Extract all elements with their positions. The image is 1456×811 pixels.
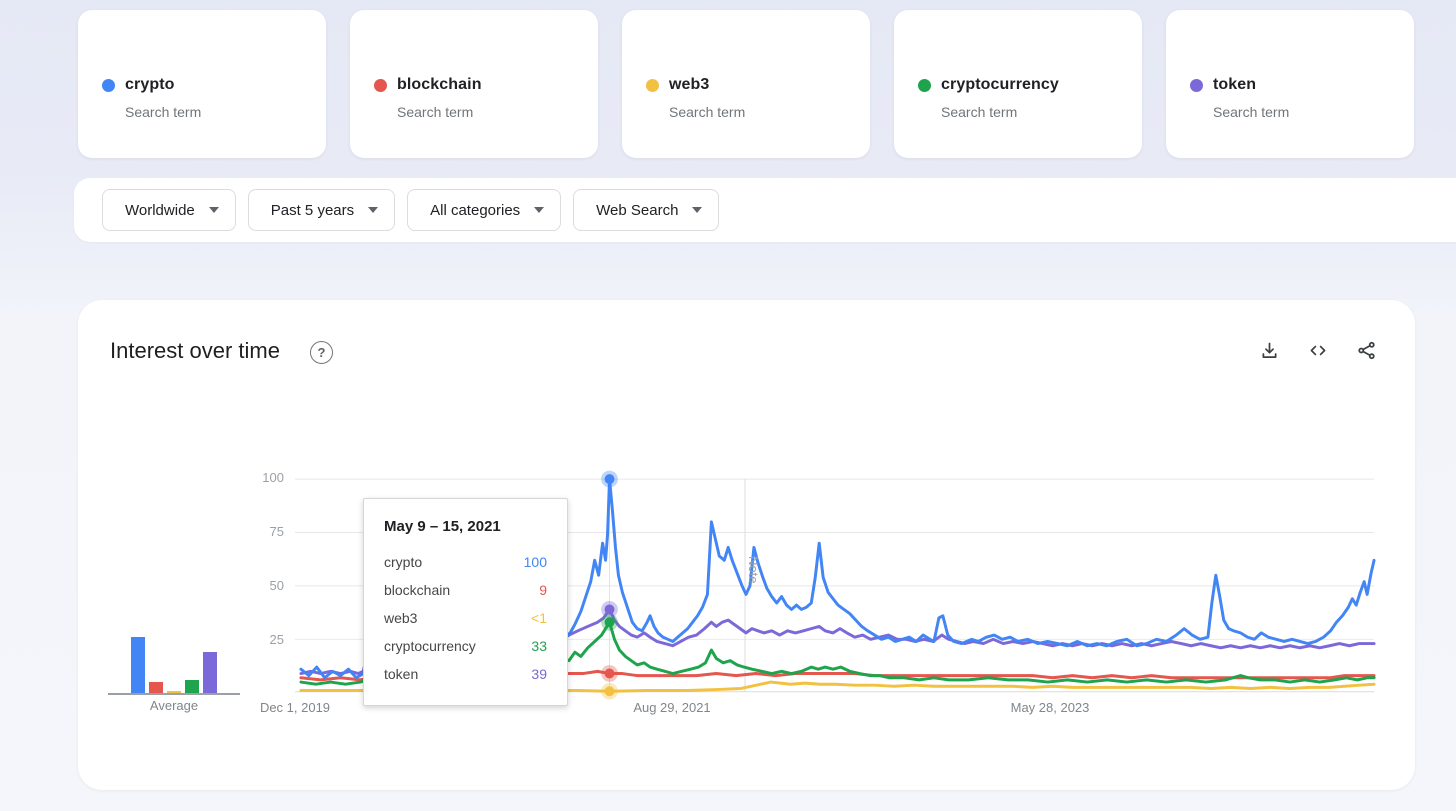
filter-label: Past 5 years (271, 202, 354, 219)
tooltip-term-label: web3 (384, 610, 417, 626)
y-tick-label-50: 50 (218, 578, 284, 593)
note-label[interactable]: Note (746, 556, 761, 583)
tooltip-row-token: token 39 (384, 660, 547, 688)
filter-label: All categories (430, 202, 520, 219)
average-bar-web3 (167, 691, 181, 693)
average-bar-cryptocurrency (185, 680, 199, 693)
chart-actions (1259, 340, 1377, 361)
term-label: web3 (669, 76, 709, 94)
tooltip-term-value: 100 (524, 554, 547, 570)
term-sublabel: Search term (397, 104, 473, 120)
google-trends-page: { "terms": [ {"label":"crypto","sublabel… (0, 0, 1456, 811)
download-icon[interactable] (1259, 340, 1280, 361)
term-sublabel: Search term (941, 104, 1017, 120)
tooltip-term-value: <1 (531, 610, 547, 626)
tooltip-row-web3: web3 <1 (384, 604, 547, 632)
filter-dropdown-web-search[interactable]: Web Search (573, 189, 719, 231)
term-card-crypto[interactable]: crypto Search term (78, 10, 326, 158)
selected-dot-token (605, 604, 615, 614)
y-tick-label-75: 75 (218, 524, 284, 539)
term-sublabel: Search term (1213, 104, 1289, 120)
tooltip-row-blockchain: blockchain 9 (384, 576, 547, 604)
share-icon[interactable] (1356, 340, 1377, 361)
tooltip-row-cryptocurrency: cryptocurrency 33 (384, 632, 547, 660)
term-sublabel: Search term (125, 104, 201, 120)
chevron-down-icon (368, 207, 378, 213)
term-label: blockchain (397, 76, 482, 94)
term-color-dot (374, 79, 387, 92)
tooltip-term-value: 39 (531, 666, 547, 682)
term-card-token[interactable]: token Search term (1166, 10, 1414, 158)
x-tick-label: Dec 1, 2019 (235, 700, 355, 715)
x-tick-label: May 28, 2023 (990, 700, 1110, 715)
filter-label: Worldwide (125, 202, 195, 219)
tooltip-date-range: May 9 – 15, 2021 (384, 518, 547, 535)
interest-over-time-card: Interest over time ? Average 100 75 50 25 De… (78, 300, 1415, 790)
chevron-down-icon (692, 207, 702, 213)
tooltip-term-value: 33 (531, 638, 547, 654)
selected-dot-web3 (605, 686, 615, 696)
chevron-down-icon (209, 207, 219, 213)
term-label: cryptocurrency (941, 76, 1059, 94)
filter-dropdown-all-categories[interactable]: All categories (407, 189, 561, 231)
x-tick-label: Aug 29, 2021 (612, 700, 732, 715)
y-tick-label-100: 100 (218, 470, 284, 485)
tooltip-term-label: blockchain (384, 582, 450, 598)
term-label: token (1213, 76, 1256, 94)
chevron-down-icon (534, 207, 544, 213)
tooltip-row-crypto: crypto 100 (384, 548, 547, 576)
tooltip-term-label: token (384, 666, 418, 682)
term-card-blockchain[interactable]: blockchain Search term (350, 10, 598, 158)
term-color-dot (102, 79, 115, 92)
term-card-cryptocurrency[interactable]: cryptocurrency Search term (894, 10, 1142, 158)
term-color-dot (646, 79, 659, 92)
term-sublabel: Search term (669, 104, 745, 120)
average-label: Average (108, 698, 240, 713)
tooltip-term-value: 9 (539, 582, 547, 598)
filter-bar: Worldwide Past 5 years All categories Web S… (74, 178, 1456, 242)
filter-dropdown-past-5-years[interactable]: Past 5 years (248, 189, 395, 231)
chart-tooltip: May 9 – 15, 2021 crypto 100 blockchain 9 web… (363, 498, 568, 706)
average-bar-crypto (131, 637, 145, 693)
help-icon[interactable]: ? (310, 341, 333, 364)
selected-dot-blockchain (605, 669, 615, 679)
tooltip-term-label: crypto (384, 554, 422, 570)
selected-dot-crypto (605, 474, 615, 484)
average-bar-blockchain (149, 682, 163, 693)
term-card-web3[interactable]: web3 Search term (622, 10, 870, 158)
filter-dropdown-worldwide[interactable]: Worldwide (102, 189, 236, 231)
tooltip-term-label: cryptocurrency (384, 638, 476, 654)
embed-icon[interactable] (1307, 340, 1329, 361)
term-label: crypto (125, 76, 175, 94)
page-title: Interest over time (110, 338, 280, 364)
filter-label: Web Search (596, 202, 678, 219)
term-color-dot (918, 79, 931, 92)
average-bar-token (203, 652, 217, 693)
y-tick-label-25: 25 (218, 632, 284, 647)
term-color-dot (1190, 79, 1203, 92)
selected-dot-cryptocurrency (605, 617, 615, 627)
